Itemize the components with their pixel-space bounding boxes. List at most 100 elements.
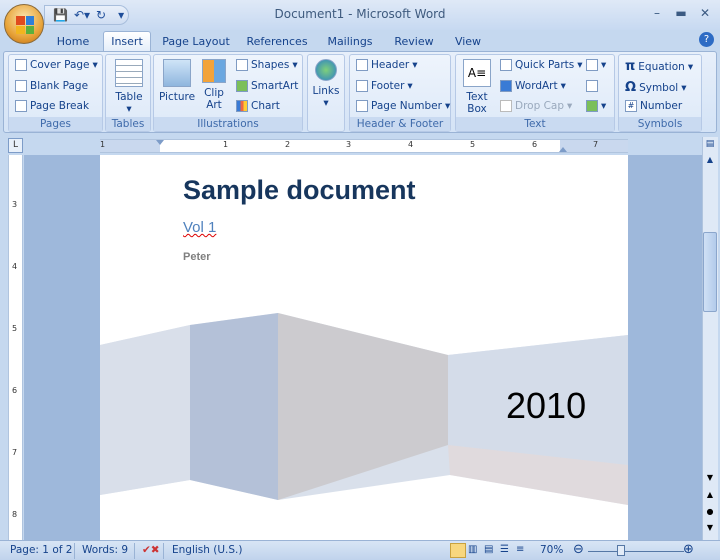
tab-references[interactable]: References — [244, 32, 310, 51]
ribbon: Cover Page ▾ Blank Page Page Break Pages … — [3, 51, 717, 133]
vertical-ruler[interactable]: 3 4 5 6 7 8 — [8, 155, 23, 540]
header-button[interactable]: Header ▾ — [356, 59, 418, 71]
group-label-text: Text — [456, 117, 614, 131]
text-box-button[interactable]: A≡ Text Box — [459, 59, 495, 115]
draft-view-button[interactable]: ≡ — [516, 544, 524, 555]
office-button[interactable] — [4, 4, 44, 44]
print-layout-view-button[interactable] — [450, 543, 466, 558]
cover-page-icon — [15, 59, 27, 71]
number-button[interactable]: # Number — [625, 100, 682, 112]
cover-page-button[interactable]: Cover Page ▾ — [15, 59, 98, 71]
group-label-tables: Tables — [106, 117, 150, 131]
web-layout-view-button[interactable]: ▤ — [484, 544, 493, 555]
zoom-out-button[interactable]: ⊖ — [573, 542, 584, 557]
date-time-button[interactable] — [586, 80, 598, 92]
ruler-toggle-icon[interactable]: ▤ — [704, 139, 716, 153]
chart-button[interactable]: Chart — [236, 100, 280, 112]
drop-cap-button[interactable]: Drop Cap ▾ — [500, 100, 572, 112]
footer-icon — [356, 80, 368, 92]
wordart-icon — [500, 80, 512, 92]
footer-button[interactable]: Footer ▾ — [356, 80, 413, 92]
group-header-footer: Header ▾ Footer ▾ Page Number ▾ Header & Fo… — [349, 54, 451, 132]
customize-toolbar-button[interactable]: ▾ — [118, 8, 124, 22]
shapes-icon — [236, 59, 248, 71]
right-indent-marker[interactable] — [559, 147, 567, 152]
smartart-button[interactable]: SmartArt — [236, 80, 298, 92]
header-icon — [356, 59, 368, 71]
document-subtitle: Vol 1 — [183, 219, 217, 236]
table-icon — [115, 59, 143, 87]
scroll-down-button[interactable]: ▼ — [704, 473, 716, 482]
group-label-pages: Pages — [9, 117, 102, 131]
page-count[interactable]: Page: 1 of 2 — [10, 544, 72, 556]
zoom-level[interactable]: 70% — [540, 544, 563, 556]
group-label-header-footer: Header & Footer — [350, 117, 450, 131]
status-bar: Page: 1 of 2 Words: 9 ✔✖ English (U.S.) … — [0, 540, 720, 560]
wordart-button[interactable]: WordArt ▾ — [500, 80, 566, 92]
office-logo-icon — [16, 16, 34, 34]
maximize-button[interactable]: ▬ — [672, 6, 690, 20]
quick-parts-button[interactable]: Quick Parts ▾ — [500, 59, 583, 71]
zoom-slider-thumb[interactable] — [617, 545, 625, 556]
group-label-symbols: Symbols — [619, 117, 701, 131]
tab-selector[interactable]: L — [8, 138, 23, 153]
signature-line-icon — [586, 59, 598, 71]
quick-parts-icon — [500, 59, 512, 71]
links-button[interactable]: Links ▾ — [311, 59, 341, 109]
blank-page-button[interactable]: Blank Page — [15, 80, 88, 92]
outline-view-button[interactable]: ☰ — [500, 544, 509, 555]
signature-line-button[interactable]: ▾ — [586, 59, 606, 71]
document-page[interactable]: Sample document Vol 1 Peter 2010 — [100, 155, 628, 540]
document-year: 2010 — [506, 385, 587, 426]
equation-button[interactable]: π Equation ▾ — [625, 59, 693, 74]
page-break-button[interactable]: Page Break — [15, 100, 89, 112]
tab-insert[interactable]: Insert — [103, 31, 151, 52]
horizontal-ruler[interactable]: 1 1 2 3 4 5 6 7 — [100, 139, 628, 153]
scroll-up-button[interactable]: ▲ — [704, 155, 716, 164]
links-icon — [315, 59, 337, 81]
close-button[interactable]: ✕ — [696, 6, 714, 20]
picture-button[interactable]: Picture — [158, 59, 196, 103]
zoom-slider[interactable] — [588, 551, 684, 552]
first-line-indent-marker[interactable] — [156, 140, 164, 145]
shapes-button[interactable]: Shapes ▾ — [236, 59, 298, 71]
group-tables: Table ▾ Tables — [105, 54, 151, 132]
page-number-icon — [356, 100, 368, 112]
select-browse-object-button[interactable]: ● — [704, 507, 716, 516]
chart-icon — [236, 100, 248, 112]
minimize-button[interactable]: – — [648, 6, 666, 20]
blank-page-icon — [15, 80, 27, 92]
undo-icon[interactable]: ↶▾ — [74, 8, 90, 22]
text-box-icon: A≡ — [463, 59, 491, 87]
vertical-scrollbar[interactable]: ▤ ▲ ▼ ▲ ● ▼ — [702, 137, 718, 540]
tab-view[interactable]: View — [450, 32, 486, 51]
tab-review[interactable]: Review — [390, 32, 438, 51]
proofing-icon[interactable]: ✔✖ — [142, 544, 160, 556]
help-icon[interactable]: ? — [699, 32, 714, 47]
scrollbar-thumb[interactable] — [703, 232, 717, 312]
tab-mailings[interactable]: Mailings — [323, 32, 377, 51]
pi-icon: π — [625, 59, 636, 74]
table-button[interactable]: Table ▾ — [111, 59, 147, 115]
quick-access-toolbar: 💾 ↶▾ ↻ ▾ — [44, 5, 129, 25]
redo-icon[interactable]: ↻ — [96, 8, 106, 22]
drop-cap-icon — [500, 100, 512, 112]
object-icon — [586, 100, 598, 112]
next-page-button[interactable]: ▼ — [704, 523, 716, 532]
insert-object-button[interactable]: ▾ — [586, 100, 606, 112]
save-icon[interactable]: 💾 — [53, 8, 68, 22]
omega-icon: Ω — [625, 80, 637, 95]
word-count[interactable]: Words: 9 — [82, 544, 128, 556]
document-title: Sample document — [183, 175, 416, 205]
tab-home[interactable]: Home — [50, 32, 96, 51]
previous-page-button[interactable]: ▲ — [704, 490, 716, 499]
group-text: A≡ Text Box Quick Parts ▾ WordArt ▾ Drop Ca… — [455, 54, 615, 132]
tab-page-layout[interactable]: Page Layout — [160, 32, 232, 51]
full-screen-reading-view-button[interactable]: ▥ — [468, 544, 477, 555]
language-indicator[interactable]: English (U.S.) — [172, 544, 242, 556]
symbol-button[interactable]: Ω Symbol ▾ — [625, 80, 686, 95]
page-number-button[interactable]: Page Number ▾ — [356, 100, 450, 112]
number-icon: # — [625, 100, 637, 112]
zoom-in-button[interactable]: ⊕ — [683, 542, 694, 557]
clip-art-button[interactable]: Clip Art — [200, 59, 228, 111]
